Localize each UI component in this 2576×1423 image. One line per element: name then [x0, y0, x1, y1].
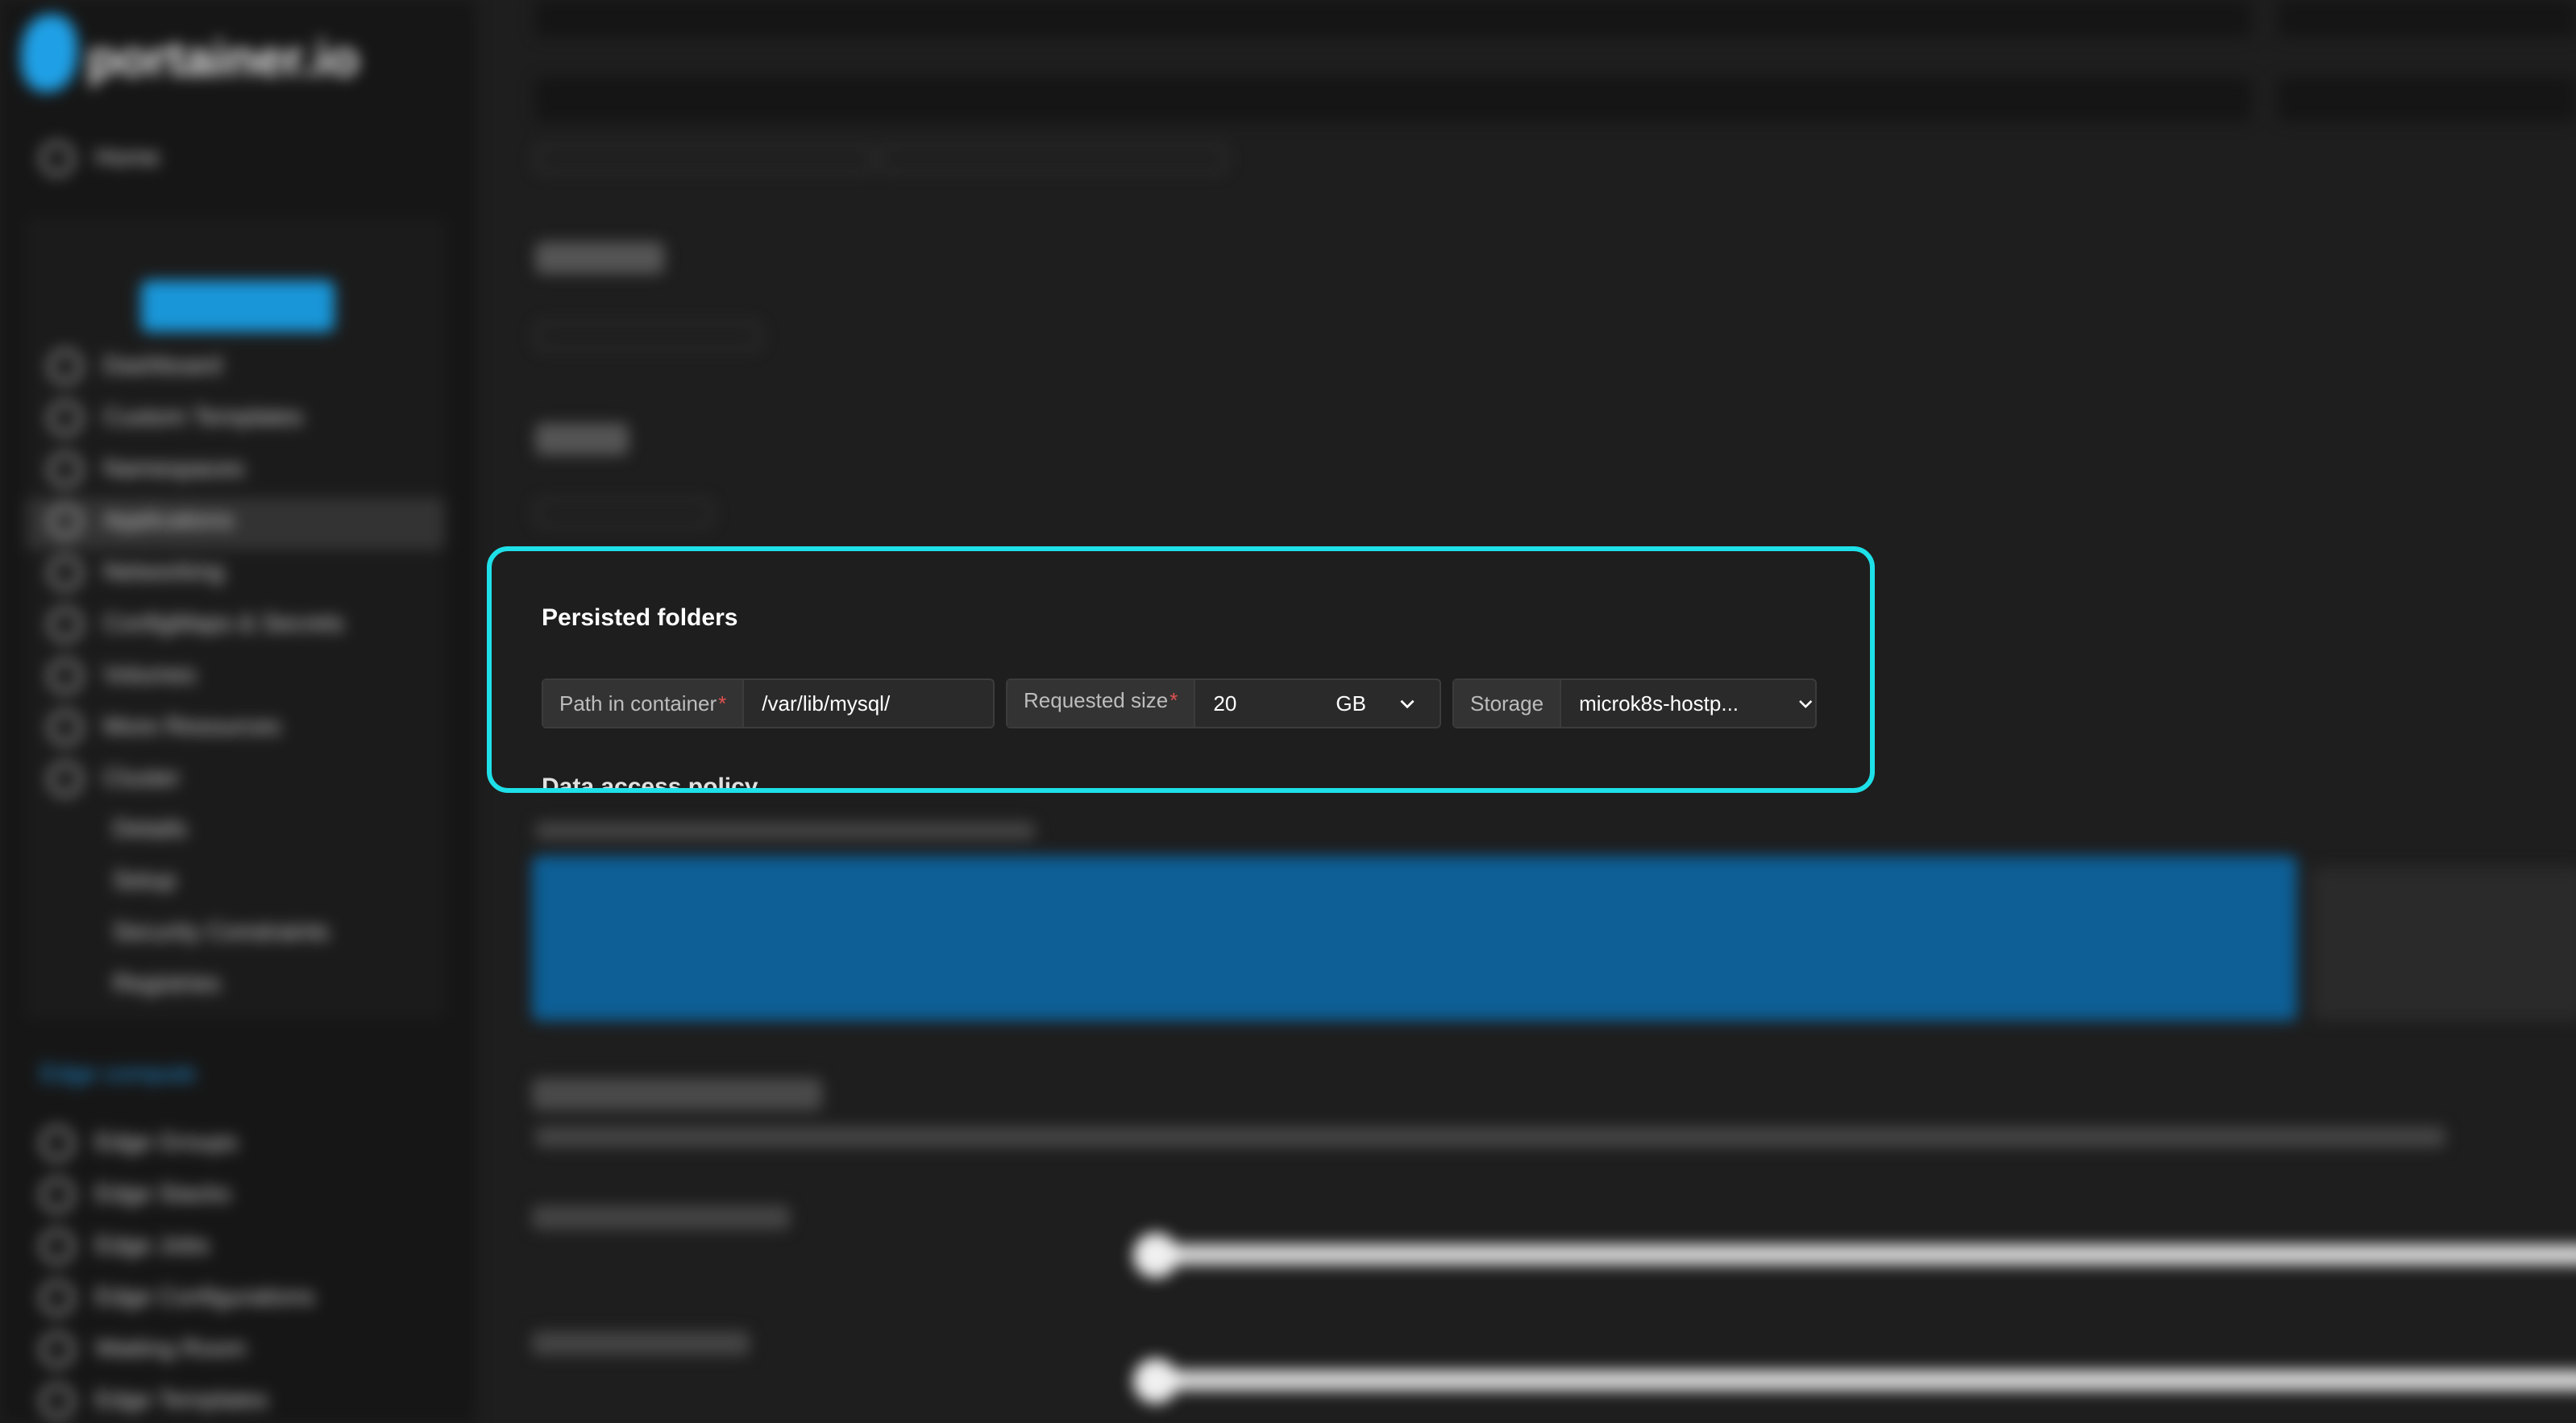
applications-icon	[48, 504, 82, 538]
sidebar-item-home[interactable]: Home	[40, 142, 160, 176]
sidebar-item-edge-groups[interactable]: Edge Groups	[40, 1126, 238, 1160]
dashboard-icon	[48, 350, 82, 384]
sidebar-item-edge-jobs[interactable]: Edge Jobs	[40, 1230, 210, 1263]
size-label: Requested size *	[1008, 680, 1196, 727]
add-secret-button[interactable]	[535, 500, 713, 527]
namespaces-icon	[48, 453, 82, 487]
storage-field[interactable]: Storage microk8s-hostp...	[1452, 678, 1817, 728]
path-input[interactable]: /var/lib/mysql/	[744, 691, 908, 716]
sidebar-item-setup[interactable]: Setup	[113, 867, 176, 899]
env-var-row	[535, 0, 2252, 37]
configmaps-icon	[48, 608, 82, 641]
data-access-policy-title: Data access policy	[542, 774, 758, 793]
sidebar-item-namespaces[interactable]: Namespaces	[48, 453, 244, 487]
sidebar-item-dashboard[interactable]: Dashboard	[48, 350, 222, 384]
memory-limit-label	[532, 1331, 750, 1355]
waiting-room-icon	[40, 1333, 74, 1367]
sidebar-item-volumes[interactable]: Volumes	[48, 659, 196, 693]
add-env-var-button[interactable]	[535, 145, 874, 172]
volumes-icon	[48, 659, 82, 693]
load-env-file-button[interactable]	[880, 145, 1227, 172]
networking-icon	[48, 556, 82, 590]
memory-request-label	[532, 1205, 790, 1230]
requested-size-field[interactable]: Requested size * 20 GB	[1006, 678, 1441, 728]
env-var-row	[535, 77, 2252, 121]
edge-templates-icon	[40, 1384, 74, 1418]
configmaps-title	[535, 242, 664, 274]
environment-button[interactable]	[141, 280, 334, 332]
required-marker: *	[718, 691, 727, 716]
sidebar-item-configmaps[interactable]: ConfigMaps & Secrets	[48, 608, 343, 641]
sidebar-item-waiting-room[interactable]: Waiting Room	[40, 1333, 246, 1367]
sidebar-item-cluster[interactable]: Cluster	[48, 762, 180, 796]
chevron-down-icon[interactable]	[1796, 693, 1815, 714]
sidebar-item-registries[interactable]: Registries	[113, 970, 220, 1002]
path-in-container-field[interactable]: Path in container * /var/lib/mysql/	[542, 678, 995, 728]
logo-text: portainer.io	[87, 31, 359, 87]
env-var-value	[2278, 0, 2576, 37]
policy-isolated-card[interactable]	[532, 856, 2297, 1021]
logo-mark	[21, 15, 77, 92]
sidebar-item-edge-stacks[interactable]: Edge Stacks	[40, 1178, 231, 1212]
storage-label: Storage	[1454, 680, 1562, 727]
sidebar: portainer.io Home Dashboard Custom Templ…	[0, 0, 476, 1423]
env-var-value	[2278, 77, 2576, 121]
sidebar-section-edge: Edge compute	[40, 1060, 197, 1087]
data-access-help	[535, 822, 1035, 840]
size-unit-select[interactable]: GB	[1327, 691, 1374, 716]
home-icon	[40, 142, 74, 176]
sidebar-item-details[interactable]: Details	[113, 815, 187, 848]
memory-request-knob[interactable]	[1133, 1233, 1178, 1278]
policy-shared-card[interactable]	[2312, 867, 2576, 1020]
portainer-logo: portainer.io	[21, 15, 359, 103]
storage-select[interactable]: microk8s-hostp...	[1561, 691, 1792, 716]
templates-icon	[48, 401, 82, 435]
resource-help	[535, 1126, 2445, 1147]
sidebar-item-applications[interactable]: Applications	[48, 504, 234, 538]
sidebar-item-security[interactable]: Security Constraints	[113, 919, 329, 951]
resource-reservations-title	[532, 1078, 822, 1110]
sidebar-item-edge-templates[interactable]: Edge Templates	[40, 1384, 268, 1418]
sidebar-item-templates[interactable]: Custom Templates	[48, 401, 303, 435]
persisted-folders-panel: Persisted folders Path in container * /va…	[487, 546, 1875, 793]
memory-limit-knob[interactable]	[1133, 1359, 1178, 1404]
cluster-icon	[48, 762, 82, 796]
sidebar-item-edge-configurations[interactable]: Edge Configurations	[40, 1281, 314, 1315]
persisted-folders-title: Persisted folders	[542, 604, 738, 631]
memory-limit-slider[interactable]	[1145, 1370, 2576, 1391]
required-marker: *	[1170, 688, 1178, 712]
sidebar-item-more-resources[interactable]: More Resources	[48, 711, 280, 745]
secrets-title	[535, 423, 629, 455]
edge-jobs-icon	[40, 1230, 74, 1263]
edge-groups-icon	[40, 1126, 74, 1160]
more-resources-icon	[48, 711, 82, 745]
path-label: Path in container *	[543, 680, 745, 727]
edge-stacks-icon	[40, 1178, 74, 1212]
path-label-text: Path in container	[559, 691, 717, 716]
size-input[interactable]: 20	[1195, 691, 1327, 716]
add-configmap-button[interactable]	[535, 322, 761, 350]
memory-request-slider[interactable]	[1145, 1244, 2576, 1265]
sidebar-item-networking[interactable]: Networking	[48, 556, 224, 590]
edge-configurations-icon	[40, 1281, 74, 1315]
size-label-text: Requested size	[1024, 688, 1169, 712]
chevron-down-icon[interactable]	[1397, 693, 1418, 714]
